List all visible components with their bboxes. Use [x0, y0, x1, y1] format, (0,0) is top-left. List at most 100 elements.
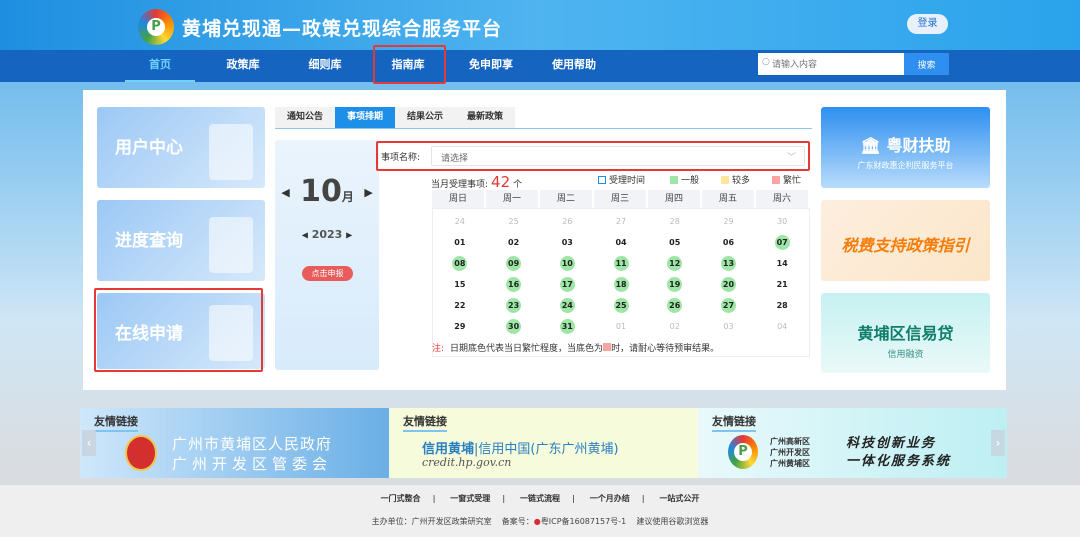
calendar-day[interactable]: 06 — [721, 235, 736, 250]
calendar-cell: 06 — [702, 232, 756, 253]
header: P 黄埔兑现通—政策兑现综合服务平台 登录 — [0, 0, 1080, 50]
search-input[interactable] — [758, 53, 904, 75]
weekday-label: 周六 — [756, 190, 810, 208]
calendar-day[interactable]: 24 — [559, 298, 575, 313]
nav-rules-library[interactable]: 细则库 — [290, 50, 360, 82]
calendar-cell: 10 — [540, 253, 594, 274]
calendar-cell: 03 — [702, 316, 756, 337]
friend-link-tech-innovation[interactable]: 友情链接 P 广州高新区 广州开发区 广州黄埔区 科技创新业务 一体化服务系统 — [698, 408, 1007, 478]
calendar-cell: 19 — [648, 274, 702, 295]
calendar-day[interactable]: 01 — [614, 319, 629, 334]
friend-link-huangpu-gov[interactable]: 友情链接 广州市黄埔区人民政府 广州开发区管委会 — [80, 408, 389, 478]
tab-results[interactable]: 结果公示 — [395, 107, 455, 128]
calendar-day[interactable]: 21 — [775, 277, 790, 292]
calendar-day[interactable]: 28 — [667, 214, 682, 229]
calendar-day[interactable]: 02 — [667, 319, 682, 334]
calendar-cell: 18 — [594, 274, 648, 295]
calendar-day[interactable]: 22 — [452, 298, 467, 313]
calendar-day[interactable]: 30 — [506, 319, 522, 334]
legend-more: 较多 — [721, 173, 750, 186]
calendar-day[interactable]: 23 — [506, 298, 522, 313]
calendar-day[interactable]: 27 — [720, 298, 736, 313]
weekday-label: 周三 — [594, 190, 648, 208]
calendar-day[interactable]: 13 — [720, 256, 736, 271]
calendar-day[interactable]: 26 — [667, 298, 683, 313]
calendar-day[interactable]: 07 — [774, 235, 790, 250]
calendar-day[interactable]: 26 — [560, 214, 575, 229]
report-button[interactable]: 点击申报 — [302, 266, 353, 281]
calendar-day[interactable]: 04 — [775, 319, 790, 334]
calendar-cell: 09 — [487, 253, 541, 274]
logo-icon: P — [728, 435, 758, 469]
calendar-day[interactable]: 05 — [667, 235, 682, 250]
calendar-day[interactable]: 24 — [452, 214, 467, 229]
card-progress-query[interactable]: 进度查询 — [97, 200, 265, 281]
calendar-day[interactable]: 31 — [559, 319, 575, 334]
calendar-day[interactable]: 19 — [667, 277, 683, 292]
login-button[interactable]: 登录 — [907, 14, 948, 34]
calendar-day[interactable]: 03 — [721, 319, 736, 334]
calendar-day[interactable]: 03 — [560, 235, 575, 250]
calendar-day[interactable]: 09 — [506, 256, 522, 271]
item-select[interactable]: 请选择 ﹀ — [431, 146, 805, 166]
calendar-day[interactable]: 25 — [613, 298, 629, 313]
weekday-label: 周日 — [432, 190, 486, 208]
calendar-day[interactable]: 08 — [452, 256, 468, 271]
calendar-day[interactable]: 01 — [452, 235, 467, 250]
calendar-cell: 27 — [702, 295, 756, 316]
calendar-day[interactable]: 11 — [613, 256, 629, 271]
calendar-day[interactable]: 25 — [506, 214, 521, 229]
tab-notices[interactable]: 通知公告 — [275, 107, 335, 128]
carousel-next-button[interactable]: › — [991, 430, 1005, 456]
calendar-day[interactable]: 17 — [559, 277, 575, 292]
banner-yuecai-fuzhu[interactable]: 🏛 粤财扶助 广东财政惠企利民服务平台 — [821, 107, 990, 188]
calendar-day[interactable]: 30 — [775, 214, 790, 229]
nav-exempt-enjoy[interactable]: 免申即享 — [456, 50, 526, 82]
year-display: ◀ 2023 ▶ — [301, 228, 353, 241]
nav-help[interactable]: 使用帮助 — [539, 50, 609, 82]
next-year-icon[interactable]: ▶ — [346, 231, 352, 240]
calendar-cell: 25 — [594, 295, 648, 316]
calendar-day[interactable]: 18 — [613, 277, 629, 292]
police-badge-icon: ● — [533, 517, 541, 526]
card-online-apply[interactable]: 在线申请 — [97, 293, 265, 369]
calendar-day[interactable]: 29 — [721, 214, 736, 229]
search-button[interactable]: 搜索 — [904, 53, 949, 75]
calendar-cell: 26 — [648, 295, 702, 316]
friend-link-credit-huangpu[interactable]: 友情链接 信用黄埔|信用中国(广东广州黄埔) credit.hp.gov.cn — [389, 408, 698, 478]
calendar-day[interactable]: 27 — [614, 214, 629, 229]
card-user-center[interactable]: 用户中心 — [97, 107, 265, 188]
calendar-cell: 13 — [702, 253, 756, 274]
banner-credit-loan[interactable]: 黄埔区信易贷 信用融资 — [821, 293, 990, 373]
logo: P — [138, 9, 174, 45]
calendar-day[interactable]: 29 — [452, 319, 467, 334]
calendar-cell: 20 — [702, 274, 756, 295]
calendar-day[interactable]: 12 — [667, 256, 683, 271]
calendar-week: 01 02 03 04 05 06 07 — [433, 232, 809, 253]
next-month-icon[interactable]: ▶ — [364, 186, 372, 199]
calendar-day[interactable]: 14 — [775, 256, 790, 271]
banner-tax-policy-guide[interactable]: 税费支持政策指引 — [821, 200, 990, 281]
calendar-cell: 17 — [540, 274, 594, 295]
calendar-day[interactable]: 10 — [559, 256, 575, 271]
prev-year-icon[interactable]: ◀ — [302, 231, 308, 240]
calendar-cell: 28 — [648, 211, 702, 232]
calendar-day[interactable]: 04 — [614, 235, 629, 250]
carousel-prev-button[interactable]: ‹ — [82, 430, 96, 456]
legend-busy: 繁忙 — [772, 173, 801, 186]
icp-link[interactable]: 粤ICP备16087157号-1 — [541, 517, 626, 526]
user-illustration-icon — [209, 124, 253, 180]
tab-schedule[interactable]: 事项排期 — [335, 107, 395, 128]
tab-latest-policy[interactable]: 最新政策 — [455, 107, 515, 128]
calendar-day[interactable]: 02 — [506, 235, 521, 250]
calendar-day[interactable]: 15 — [452, 277, 467, 292]
prev-month-icon[interactable]: ◀ — [281, 186, 289, 199]
nav-policy-library[interactable]: 政策库 — [208, 50, 278, 82]
calendar-cell: 01 — [594, 316, 648, 337]
nav-guide-library[interactable]: 指南库 — [373, 50, 443, 82]
calendar-day[interactable]: 28 — [775, 298, 790, 313]
calendar-day[interactable]: 20 — [720, 277, 736, 292]
nav-home[interactable]: 首页 — [125, 50, 195, 82]
calendar-day[interactable]: 16 — [506, 277, 522, 292]
calendar-week: 24 25 26 27 28 29 30 — [433, 211, 809, 232]
